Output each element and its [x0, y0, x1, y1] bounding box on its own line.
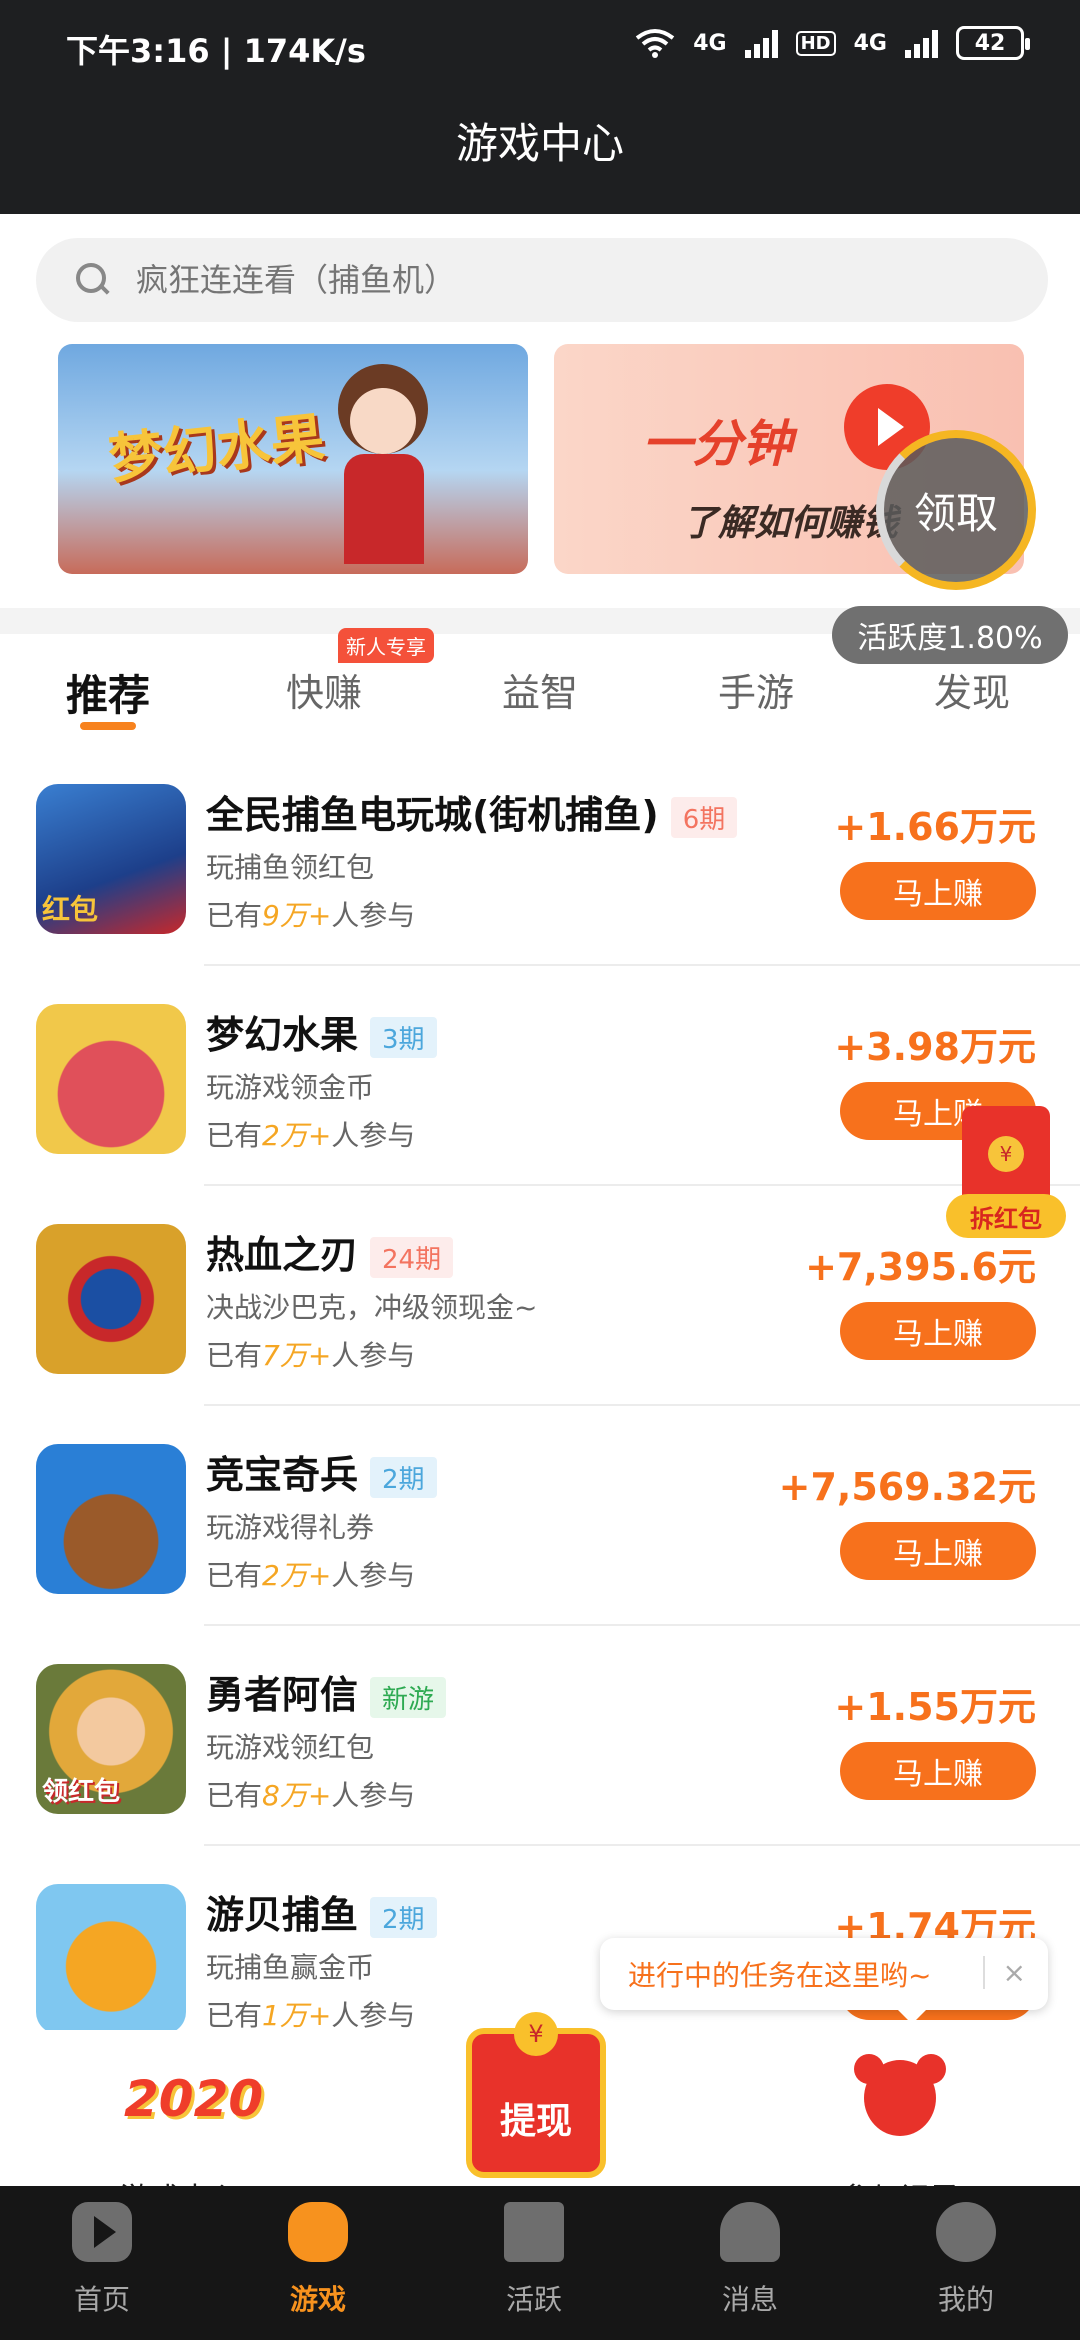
game-icon-clownfish [36, 1884, 186, 2034]
period-badge: 新游 [370, 1677, 447, 1718]
active-tab-indicator [80, 722, 136, 730]
game-icon-blade [36, 1224, 186, 1374]
status-time: 下午3:16 | 174K/s [66, 32, 366, 70]
game-title: 竞宝奇兵 2期 [206, 1444, 437, 1499]
reward-amount: +1.66万元 [834, 805, 1036, 849]
coin-icon: ¥ [514, 2012, 558, 2056]
participants: 已有2万+人参与 [206, 1119, 416, 1152]
reward-amount: +3.98万元 [834, 1025, 1036, 1069]
tab-quick-earn[interactable]: 快赚 [286, 662, 362, 717]
game-title: 热血之刃 24期 [206, 1224, 454, 1279]
calendar-check-icon [504, 2202, 564, 2262]
signal-icon-2 [905, 28, 938, 58]
red-packet-float[interactable]: ¥ 拆红包 [946, 1106, 1066, 1242]
claim-button[interactable]: 领取 [876, 430, 1036, 590]
search-icon [76, 263, 110, 297]
logo-2020-icon: 2020 [124, 2070, 264, 2128]
banner-character [318, 354, 448, 564]
category-tabs: 推荐 快赚 益智 手游 发现 [0, 650, 1080, 740]
period-badge: 3期 [370, 1017, 437, 1058]
period-badge: 6期 [670, 797, 738, 838]
banner-tutorial-subtitle: 了解如何赚钱 [682, 503, 899, 544]
earn-now-button[interactable]: 马上赚 [840, 1742, 1036, 1800]
participants: 已有7万+人参与 [206, 1339, 416, 1372]
period-badge: 2期 [370, 1457, 437, 1498]
game-row[interactable]: 梦幻水果 3期 玩游戏领金币 已有2万+人参与 +3.98万元 马上赚 [0, 966, 1080, 1186]
game-row[interactable]: 领红包 勇者阿信 新游 玩游戏领红包 已有8万+人参与 +1.55万元 马上赚 [0, 1626, 1080, 1846]
tab-mobile-games[interactable]: 手游 [718, 662, 794, 717]
game-row[interactable]: 竞宝奇兵 2期 玩游戏得礼券 已有2万+人参与 +7,569.32元 马上赚 [0, 1406, 1080, 1626]
game-title: 梦幻水果 3期 [206, 1004, 437, 1059]
game-icon-fruit [36, 1004, 186, 1154]
open-red-packet-label: 拆红包 [946, 1194, 1066, 1238]
top-bar: 下午3:16 | 174K/s 4G HD 4G 42 游戏中心 [0, 0, 1080, 214]
game-title: 勇者阿信 新游 [206, 1664, 447, 1719]
earn-now-button[interactable]: 马上赚 [840, 1302, 1036, 1360]
nav-activity-label: 活跃 [505, 2283, 562, 2316]
bottom-nav: 首页 游戏 活跃 消息 我的 [0, 2186, 1080, 2340]
participants: 已有1万+人参与 [206, 1999, 416, 2032]
smile-icon [936, 2202, 996, 2262]
game-desc: 玩捕鱼赢金币 [206, 1951, 375, 1984]
mouse-mascot-icon [854, 2054, 946, 2136]
game-row[interactable]: 热血之刃 24期 决战沙巴克，冲级领现金~ 已有7万+人参与 +7,395.6元 … [0, 1186, 1080, 1406]
reward-amount: +1.55万元 [834, 1685, 1036, 1729]
earn-now-button[interactable]: 马上赚 [840, 1522, 1036, 1580]
tab-recommended[interactable]: 推荐 [66, 662, 150, 723]
network-label-2: 4G [853, 30, 887, 56]
task-tooltip: 进行中的任务在这里哟~ × [600, 1938, 1048, 2024]
earn-now-button[interactable]: 马上赚 [840, 862, 1036, 920]
withdraw-button[interactable]: ¥ 提现 [446, 2008, 626, 2184]
game-row[interactable]: 红包 全民捕鱼电玩城(街机捕鱼) 6期 玩捕鱼领红包 已有9万+人参与 +1.66… [0, 746, 1080, 966]
game-icon-pirate [36, 1444, 186, 1594]
thumb-label: 红包 [42, 893, 99, 926]
search-bar[interactable] [36, 238, 1048, 322]
withdraw-label: 提现 [499, 2101, 572, 2142]
game-title: 游贝捕鱼 2期 [206, 1884, 437, 1939]
battery-icon: 42 [956, 26, 1030, 60]
search-input[interactable] [136, 261, 936, 299]
bell-icon [720, 2202, 780, 2262]
status-icons: 4G HD 4G 42 [635, 26, 1030, 60]
game-desc: 玩游戏得礼券 [206, 1511, 375, 1544]
period-badge: 24期 [370, 1237, 454, 1278]
period-badge: 2期 [370, 1897, 437, 1938]
hd-badge: HD [795, 30, 836, 56]
participants: 已有8万+人参与 [206, 1779, 416, 1812]
game-icon-fishing: 红包 [36, 784, 186, 934]
banner-logo-text: 梦幻水果 [105, 405, 328, 492]
tab-puzzle[interactable]: 益智 [502, 662, 578, 717]
game-desc: 玩游戏领金币 [206, 1071, 375, 1104]
participants: 已有9万+人参与 [206, 899, 416, 932]
network-label: 4G [693, 30, 727, 56]
game-desc: 决战沙巴克，冲级领现金~ [206, 1291, 538, 1324]
gamepad-icon [288, 2202, 348, 2262]
thumb-label: 领红包 [42, 1777, 121, 1807]
new-user-badge: 新人专享 [338, 628, 434, 663]
banner-fruit-game[interactable]: 梦幻水果 [58, 344, 528, 574]
nav-home-label: 首页 [73, 2283, 130, 2316]
game-icon-hero: 领红包 [36, 1664, 186, 1814]
close-icon[interactable]: × [982, 1956, 1026, 1989]
reward-amount: +7,395.6元 [805, 1245, 1036, 1289]
game-title: 全民捕鱼电玩城(街机捕鱼) 6期 [206, 784, 738, 839]
game-desc: 玩游戏领红包 [206, 1731, 375, 1764]
nav-games-label: 游戏 [289, 2283, 346, 2316]
page-title: 游戏中心 [455, 119, 624, 168]
game-desc: 玩捕鱼领红包 [206, 851, 375, 884]
battery-level: 42 [974, 30, 1006, 56]
participants: 已有2万+人参与 [206, 1559, 416, 1592]
tab-discover[interactable]: 发现 [934, 662, 1010, 717]
banner-tutorial-title: 一分钟 [642, 415, 792, 473]
nav-messages-label: 消息 [721, 2283, 778, 2316]
signal-icon [744, 28, 778, 58]
coin-icon: ¥ [988, 1136, 1024, 1172]
nav-profile-label: 我的 [937, 2283, 994, 2316]
tooltip-text: 进行中的任务在这里哟~ [628, 1959, 932, 1992]
play-icon [72, 2202, 132, 2262]
wifi-icon [636, 29, 675, 58]
reward-amount: +7,569.32元 [778, 1465, 1036, 1509]
